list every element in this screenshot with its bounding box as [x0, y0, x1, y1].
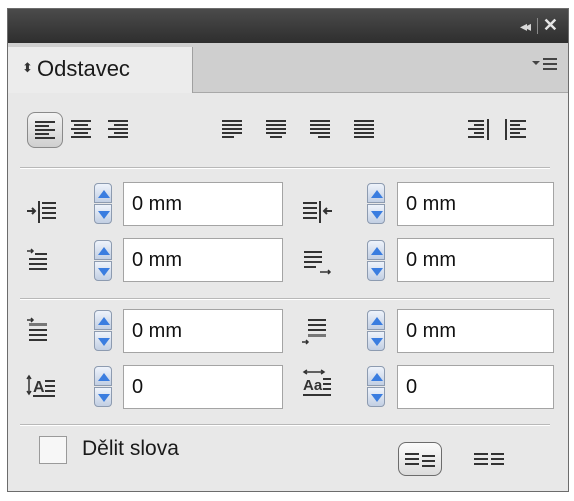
align-to-baseline-grid-icon	[474, 453, 504, 465]
collapse-icon[interactable]: ◂◂	[520, 18, 531, 35]
drop-cap-lines-input[interactable]: 0	[123, 365, 283, 409]
justify-left-button[interactable]	[215, 112, 251, 148]
last-line-indent-stepper[interactable]	[367, 240, 385, 282]
justify-center-button[interactable]	[259, 112, 295, 148]
stepper-up-button[interactable]	[94, 366, 112, 386]
stepper-down-button[interactable]	[94, 204, 112, 224]
stepper-down-button[interactable]	[94, 387, 112, 407]
tab-toggle-arrow-icon[interactable]: ⬍	[22, 60, 33, 76]
close-icon[interactable]: ✕	[543, 15, 558, 36]
divider	[20, 424, 550, 426]
space-after-stepper[interactable]	[367, 310, 385, 352]
left-indent-input[interactable]: 0 mm	[123, 182, 283, 226]
space-after-input[interactable]: 0 mm	[397, 309, 554, 353]
align-left-icon	[35, 121, 55, 139]
tab-label: Odstavec	[37, 56, 130, 81]
panel-titlebar: ◂◂ ✕	[8, 9, 568, 43]
stepper-up-button[interactable]	[367, 240, 385, 260]
align-center-button[interactable]	[63, 112, 99, 148]
justify-all-icon	[354, 120, 374, 138]
right-indent-stepper[interactable]	[367, 183, 385, 225]
stepper-down-button[interactable]	[367, 204, 385, 224]
stepper-up-button[interactable]	[94, 310, 112, 330]
stepper-up-button[interactable]	[367, 366, 385, 386]
align-towards-spine-button[interactable]	[461, 112, 497, 148]
align-center-icon	[71, 120, 91, 138]
justify-right-button[interactable]	[303, 112, 339, 148]
stepper-up-button[interactable]	[94, 183, 112, 203]
stepper-up-button[interactable]	[367, 183, 385, 203]
space-before-icon	[25, 316, 59, 350]
stepper-up-button[interactable]	[367, 310, 385, 330]
align-right-button[interactable]	[99, 112, 135, 148]
titlebar-separator	[537, 18, 538, 34]
space-before-input[interactable]: 0 mm	[123, 309, 283, 353]
justify-all-button[interactable]	[347, 112, 383, 148]
first-line-indent-stepper[interactable]	[94, 240, 112, 282]
align-away-from-spine-button[interactable]	[499, 112, 535, 148]
drop-cap-lines-icon: A	[25, 372, 59, 406]
left-indent-icon	[25, 195, 59, 229]
justify-left-icon	[222, 120, 242, 138]
stepper-down-button[interactable]	[94, 331, 112, 351]
tab-row: ⬍ Odstavec	[8, 43, 568, 93]
stepper-down-button[interactable]	[367, 261, 385, 281]
stepper-down-button[interactable]	[367, 331, 385, 351]
justify-center-icon	[266, 120, 286, 138]
svg-text:Aa: Aa	[303, 377, 323, 394]
align-to-baseline-grid-button[interactable]	[468, 442, 512, 476]
left-indent-stepper[interactable]	[94, 183, 112, 225]
space-before-stepper[interactable]	[94, 310, 112, 352]
align-towards-spine-icon	[468, 119, 489, 140]
align-right-icon	[108, 120, 128, 138]
tab-paragraph[interactable]: ⬍ Odstavec	[8, 47, 193, 93]
do-not-align-to-grid-button[interactable]	[398, 442, 442, 476]
drop-cap-chars-icon: Aa	[300, 368, 334, 402]
first-line-indent-icon	[25, 246, 59, 280]
align-away-from-spine-icon	[505, 119, 526, 140]
drop-cap-chars-stepper[interactable]	[367, 366, 385, 408]
first-line-indent-input[interactable]: 0 mm	[123, 238, 283, 282]
stepper-down-button[interactable]	[367, 387, 385, 407]
drop-cap-lines-stepper[interactable]	[94, 366, 112, 408]
svg-text:A: A	[33, 379, 45, 396]
alignment-row	[20, 112, 550, 152]
stepper-up-button[interactable]	[94, 240, 112, 260]
stepper-down-button[interactable]	[94, 261, 112, 281]
space-after-icon	[300, 316, 334, 350]
justify-right-icon	[310, 120, 330, 138]
last-line-indent-icon	[300, 246, 334, 280]
divider	[20, 298, 550, 300]
hyphenate-label: Dělit slova	[82, 437, 179, 460]
drop-cap-chars-input[interactable]: 0	[397, 365, 554, 409]
hyphenate-checkbox[interactable]	[39, 436, 67, 464]
panel-menu-icon[interactable]	[532, 56, 558, 77]
right-indent-input[interactable]: 0 mm	[397, 182, 554, 226]
divider	[20, 167, 550, 169]
last-line-indent-input[interactable]: 0 mm	[397, 238, 554, 282]
right-indent-icon	[300, 195, 334, 229]
align-left-button[interactable]	[27, 112, 63, 148]
do-not-align-to-grid-icon	[405, 453, 435, 467]
